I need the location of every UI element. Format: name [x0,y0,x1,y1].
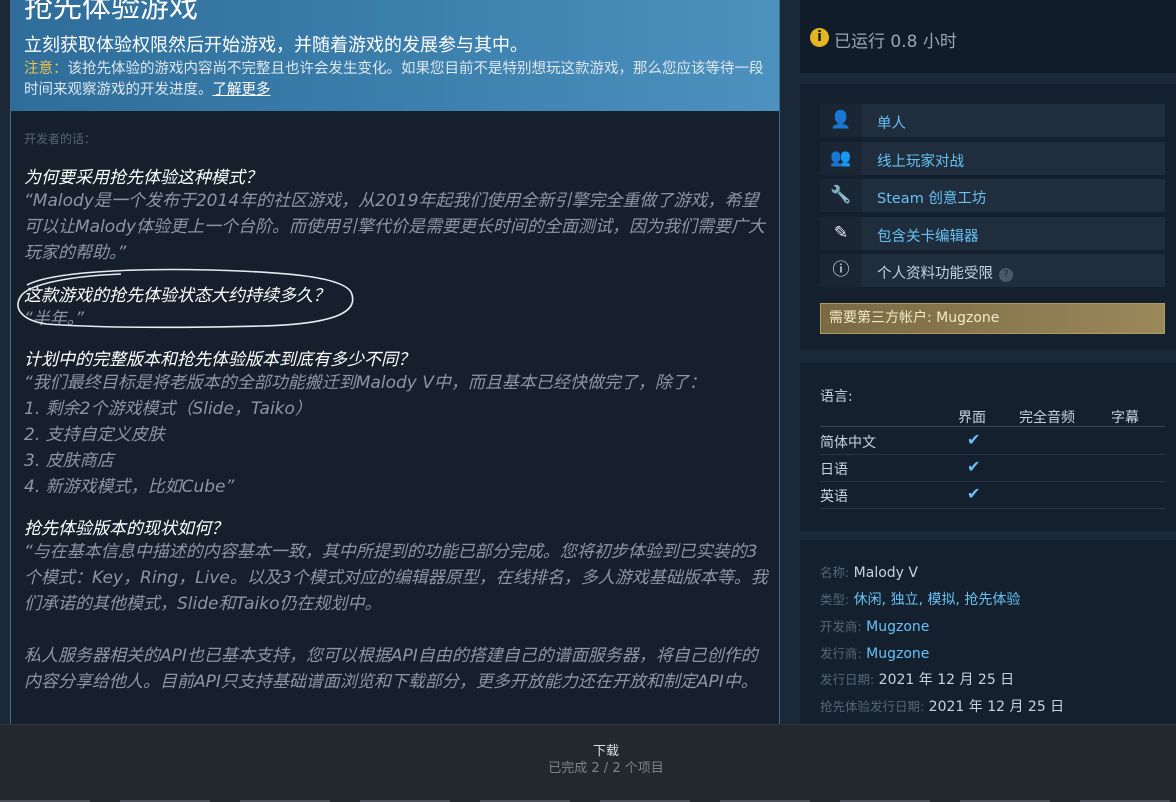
detail-release-date: 发行日期: 2021 年 12 月 25 日 [820,669,1014,689]
checkmark-icon: ✔ [967,484,981,503]
detail-key: 名称: [820,565,850,580]
feature-label-text: 个人资料功能受限 [877,266,993,282]
detail-key: 发行商: [820,646,862,661]
languages-header-interface: 界面 [958,410,986,426]
learn-more-link[interactable]: 了解更多 [213,82,271,98]
feature-online-pvp[interactable]: 👥 线上玩家对战 [820,142,1165,175]
genre-link[interactable]: 模拟 [927,592,955,608]
early-access-notice: 注意：该抢先体验的游戏内容尚不完整且也许会发生变化。如果您目前不是特别想玩这款游… [24,59,766,101]
download-status: 已完成 2 / 2 个项目 [548,761,664,776]
genre-link[interactable]: 休闲 [854,592,882,608]
help-icon[interactable]: ? [999,268,1013,282]
faq-answer: “Malody是一个发布于2014年的社区游戏，从2019年起我们使用全新引擎完… [24,191,766,263]
faq-answer: 私人服务器相关的API也已基本支持，您可以根据API自由的搭建自己的谱面服务器，… [24,646,758,692]
developer-notes-caption: 开发者的话： [24,132,97,146]
faq-answer-line: 4. 新游戏模式，比如Cube” [24,477,235,497]
genre-link[interactable]: 抢先体验 [964,592,1020,608]
detail-key: 类型: [820,592,850,607]
language-name: 简体中文 [820,435,876,451]
faq-answer-line: “我们最终目标是将老版本的全部功能搬迁到Malody V中，而且基本已经快做完了… [24,373,706,393]
languages-header-subtitles: 字幕 [1111,410,1139,426]
early-access-title: 抢先体验游戏 [24,0,199,24]
language-row: 英语 ✔ [820,481,1165,509]
language-row: 简体中文 ✔ [820,427,1165,455]
developer-link[interactable]: Mugzone [866,619,929,635]
checkmark-icon: ✔ [967,430,981,449]
third-party-account-notice: 需要第三方帐户: Mugzone [820,303,1165,334]
faq-question: 计划中的完整版本和抢先体验版本到底有多少不同？ [24,350,415,370]
detail-ea-release-date: 抢先体验发行日期: 2021 年 12 月 25 日 [820,696,1064,716]
feature-label: Steam 创意工坊 [877,191,987,207]
language-name: 英语 [820,489,848,505]
faq-answer-line: 3. 皮肤商店 [24,451,114,471]
languages-title: 语言: [820,389,853,405]
notice-text: 该抢先体验的游戏内容尚不完整且也许会发生变化。如果您目前不是特别想玩这款游戏，那… [24,61,764,98]
detail-name: 名称: Malody V [820,562,918,581]
info-icon: i [810,28,829,47]
faq-answer: “半年。” [24,309,85,329]
feature-label: 单人 [877,116,906,132]
faq-question: 这款游戏的抢先体验状态大约持续多久？ [24,286,330,306]
detail-publisher: 发行商: Mugzone [820,643,929,662]
early-access-banner: 抢先体验游戏 立刻获取体验权限然后开始游戏，并随着游戏的发展参与其中。 注意：该… [11,0,779,111]
workshop-icon: 🔧 [820,179,862,212]
feature-label: 包含关卡编辑器 [877,229,979,245]
features-box: 👤 单人 👥 线上玩家对战 🔧 Steam 创意工坊 ✎ 包含关卡编辑器 ⓘ 个… [800,84,1176,350]
online-pvp-icon: 👥 [820,142,862,175]
info-circle-icon: ⓘ [820,254,862,287]
checkmark-icon: ✔ [967,457,981,476]
notice-label: 注意： [24,61,68,77]
faq-answer-line: 2. 支持自定义皮肤 [24,425,165,445]
level-editor-icon: ✎ [820,217,862,250]
early-access-section: 抢先体验游戏 立刻获取体验权限然后开始游戏，并随着游戏的发展参与其中。 注意：该… [10,0,780,725]
detail-key: 抢先体验发行日期: [820,699,925,714]
detail-value: 2021 年 12 月 25 日 [928,699,1065,715]
detail-key: 开发商: [820,619,862,634]
languages-header-audio: 完全音频 [1019,410,1075,426]
playtime-box: i 已运行 0.8 小时 [800,0,1176,73]
faq-question: 为何要采用抢先体验这种模式？ [24,168,262,188]
detail-value: 2021 年 12 月 25 日 [878,672,1015,688]
feature-label: 线上玩家对战 [877,154,964,170]
faq-answer-line: 1. 剩余2个游戏模式（Slide，Taiko） [24,399,312,419]
language-name: 日语 [820,462,848,478]
languages-box: 语言: 界面 完全音频 字幕 简体中文 ✔ 日语 ✔ 英语 ✔ [800,363,1176,531]
faq-answer: “与在基本信息中描述的内容基本一致，其中所提到的功能已部分完成。您将初步体验到已… [24,542,768,614]
publisher-link[interactable]: Mugzone [866,646,929,662]
feature-limited-profile: ⓘ 个人资料功能受限? [820,254,1165,287]
early-access-tagline: 立刻获取体验权限然后开始游戏，并随着游戏的发展参与其中。 [24,35,528,56]
detail-genre: 类型: 休闲, 独立, 模拟, 抢先体验 [820,592,1021,608]
faq-question: 抢先体验版本的现状如何？ [24,519,228,539]
playtime-text: 已运行 0.8 小时 [834,32,957,52]
feature-workshop[interactable]: 🔧 Steam 创意工坊 [820,179,1165,212]
detail-value: Malody V [853,565,918,581]
detail-key: 发行日期: [820,672,875,687]
language-row: 日语 ✔ [820,454,1165,482]
feature-level-editor[interactable]: ✎ 包含关卡编辑器 [820,217,1165,250]
feature-label: 个人资料功能受限? [877,262,1013,283]
feature-single-player[interactable]: 👤 单人 [820,104,1165,137]
single-player-icon: 👤 [820,104,862,137]
genre-link[interactable]: 独立 [891,592,919,608]
detail-developer: 开发商: Mugzone [820,616,929,635]
right-sidebar: i 已运行 0.8 小时 👤 单人 👥 线上玩家对战 🔧 Steam 创意工坊 … [800,0,1176,724]
game-details-box: 名称: Malody V 类型: 休闲, 独立, 模拟, 抢先体验 开发商: M… [800,540,1176,724]
download-status-bar[interactable]: 下载 已完成 2 / 2 个项目 [0,724,1176,802]
